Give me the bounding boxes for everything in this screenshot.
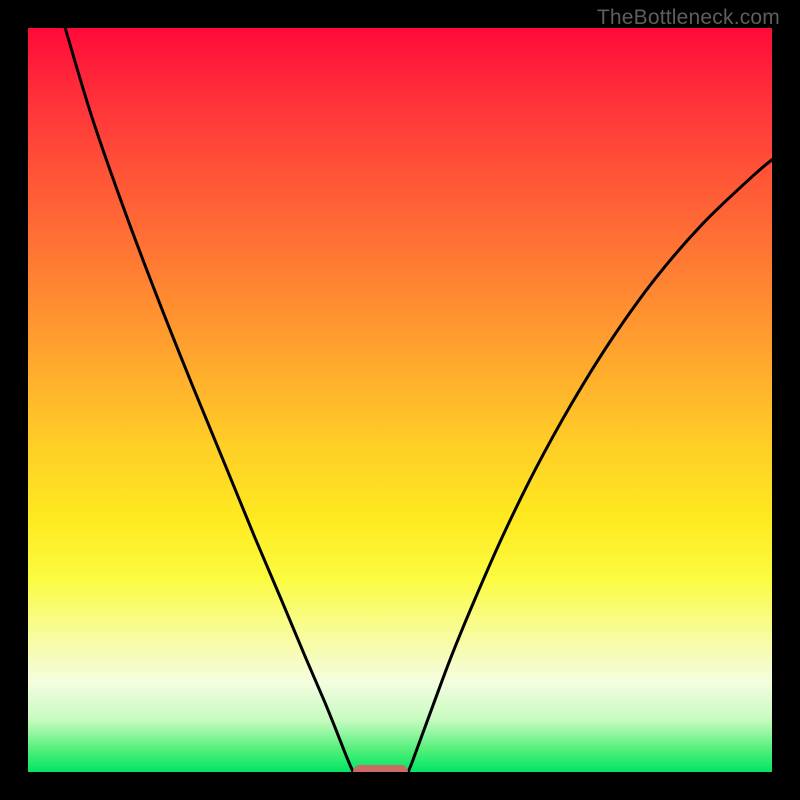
bottleneck-marker [353,765,408,772]
curve-right [408,160,772,772]
curve-layer [28,28,772,772]
plot-area [28,28,772,772]
curve-left [65,28,353,772]
watermark-text: TheBottleneck.com [597,6,780,30]
chart-frame: TheBottleneck.com [0,0,800,800]
